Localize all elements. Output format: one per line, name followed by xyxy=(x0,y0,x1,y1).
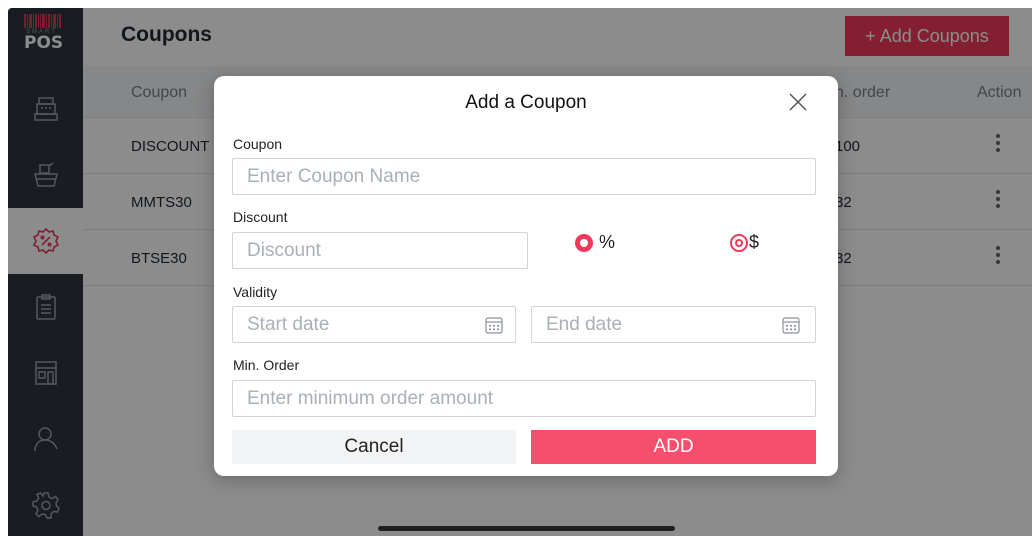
close-icon xyxy=(789,93,807,111)
add-coupon-dialog: Add a Coupon Coupon Discount % $ Validit… xyxy=(214,76,838,476)
cancel-button[interactable]: Cancel xyxy=(232,430,516,464)
min-order-label: Min. Order xyxy=(233,357,300,373)
calendar-icon[interactable] xyxy=(781,315,801,335)
dialog-title: Add a Coupon xyxy=(465,92,587,113)
percent-label: % xyxy=(599,232,616,252)
discount-label: Discount xyxy=(233,209,288,225)
discount-input[interactable] xyxy=(232,232,528,269)
discount-type-dollar-option[interactable]: $ xyxy=(730,232,759,253)
coupon-label: Coupon xyxy=(233,136,283,152)
radio-selected-icon xyxy=(575,233,593,252)
add-button[interactable]: ADD xyxy=(531,430,816,464)
dollar-label: $ xyxy=(749,232,760,252)
discount-type-percent-option[interactable]: % xyxy=(575,232,615,253)
end-date-input[interactable] xyxy=(531,306,816,343)
calendar-icon[interactable] xyxy=(484,315,504,335)
min-order-input[interactable] xyxy=(232,380,816,417)
coupon-name-input[interactable] xyxy=(232,158,816,195)
close-button[interactable] xyxy=(786,90,810,114)
validity-label: Validity xyxy=(233,284,278,300)
home-indicator xyxy=(378,526,675,531)
start-date-input[interactable] xyxy=(232,306,516,343)
radio-unselected-icon xyxy=(730,233,748,252)
